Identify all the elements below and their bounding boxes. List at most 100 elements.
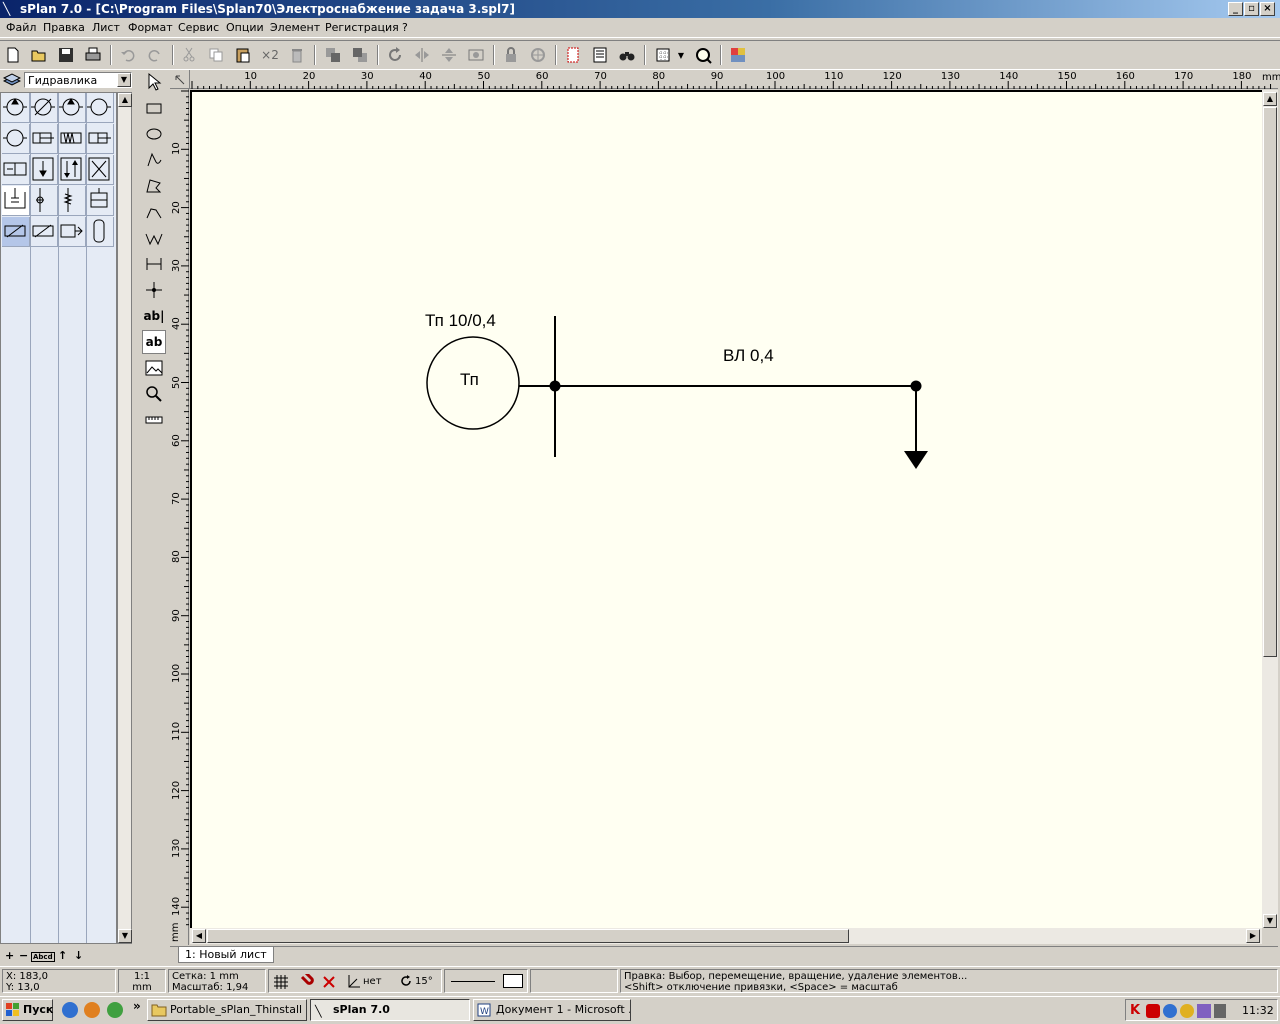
internet-explorer-icon[interactable]	[62, 1002, 78, 1018]
scroll-right-icon[interactable]: ▶	[1246, 929, 1260, 943]
library-item-variable-pump[interactable]	[30, 93, 58, 123]
parts-list-icon[interactable]	[589, 44, 611, 66]
library-item-pump[interactable]	[2, 93, 30, 123]
mirror-vertical-icon[interactable]	[438, 44, 460, 66]
library-item-cylinder-double[interactable]	[86, 124, 114, 154]
network-icon[interactable]	[1163, 1004, 1177, 1018]
library-item-adjustable-throttle[interactable]	[2, 217, 30, 247]
task-word-document[interactable]: W Документ 1 - Microsoft ...	[473, 999, 631, 1021]
menu-service[interactable]: Сервис	[178, 21, 219, 34]
cut-icon[interactable]	[178, 44, 200, 66]
open-folder-icon[interactable]	[28, 44, 50, 66]
volume-icon[interactable]	[1214, 1004, 1226, 1018]
start-button[interactable]: Пуск	[2, 999, 53, 1021]
new-file-icon[interactable]	[2, 44, 24, 66]
load-arrow-icon[interactable]	[904, 451, 928, 469]
undo-icon[interactable]	[117, 44, 139, 66]
library-item-tank[interactable]	[2, 186, 30, 216]
delete-icon[interactable]	[286, 44, 308, 66]
menu-edit[interactable]: Правка	[43, 21, 85, 34]
menu-element[interactable]: Элемент	[270, 21, 320, 34]
library-remove-button[interactable]: −	[19, 949, 28, 962]
library-select[interactable]: Гидравлика ▼	[24, 72, 132, 88]
scroll-up-icon[interactable]: ▲	[1263, 92, 1277, 106]
library-item-cross-valve[interactable]	[86, 155, 114, 185]
lock-icon[interactable]	[500, 44, 522, 66]
library-item-pump-2[interactable]	[86, 93, 114, 123]
ellipse-tool-icon[interactable]	[142, 122, 166, 146]
library-item-cylinder[interactable]	[30, 124, 58, 154]
transformer-symbol-label[interactable]: Тп	[460, 370, 479, 390]
close-button[interactable]: ×	[1260, 2, 1275, 16]
kaspersky-icon[interactable]: K	[1130, 1003, 1140, 1018]
clock[interactable]: 11:32	[1242, 1004, 1274, 1017]
chevron-down-icon[interactable]: ▼	[117, 73, 131, 87]
copy-icon[interactable]	[205, 44, 227, 66]
drawing-canvas[interactable]: Тп 10/0,4 Тп ВЛ 0,4	[190, 90, 1262, 928]
dimension-tool-icon[interactable]	[142, 252, 166, 276]
ortho-icon[interactable]	[347, 974, 361, 991]
transformer-label[interactable]: Тп 10/0,4	[425, 311, 496, 331]
select-arrow-icon[interactable]	[142, 70, 166, 94]
menu-registration[interactable]: Регистрация	[325, 21, 399, 34]
menu-help[interactable]: ?	[402, 21, 408, 34]
library-item-adjustable-throttle-2[interactable]	[30, 217, 58, 247]
magnet-snap-icon[interactable]	[299, 971, 315, 993]
grid-dropdown-icon[interactable]: ▼	[674, 44, 688, 66]
security-icon[interactable]	[1180, 1004, 1194, 1018]
grid-snap-icon[interactable]	[273, 974, 289, 993]
group-icon[interactable]	[465, 44, 487, 66]
library-item-motor-2[interactable]	[2, 124, 30, 154]
minimize-button[interactable]: _	[1228, 2, 1243, 16]
redo-icon[interactable]	[144, 44, 166, 66]
scroll-up-icon[interactable]: ▲	[118, 93, 132, 107]
color-icon[interactable]	[727, 44, 749, 66]
library-rename-button[interactable]: Abcd	[31, 952, 55, 962]
sheet-tab-1[interactable]: 1: Новый лист	[178, 947, 274, 963]
to-front-icon[interactable]	[322, 44, 344, 66]
horizontal-scroll-thumb[interactable]	[207, 929, 849, 943]
zoom-fit-icon[interactable]	[692, 44, 714, 66]
text-tool-icon[interactable]: ab|	[142, 304, 166, 328]
library-item-cylinder-spring[interactable]	[58, 124, 86, 154]
snap-off-icon[interactable]	[321, 974, 337, 993]
junction-tool-icon[interactable]	[142, 278, 166, 302]
duplicate-icon[interactable]: ×2	[259, 44, 281, 66]
line-label[interactable]: ВЛ 0,4	[723, 346, 774, 366]
to-back-icon[interactable]	[349, 44, 371, 66]
rotate-icon[interactable]	[384, 44, 406, 66]
bezier-tool-icon[interactable]	[142, 226, 166, 250]
search-binoculars-icon[interactable]	[616, 44, 638, 66]
library-item-throttle[interactable]	[30, 186, 58, 216]
menu-sheet[interactable]: Лист	[92, 21, 120, 34]
junction-node[interactable]	[549, 380, 561, 392]
angle-step-icon[interactable]	[399, 974, 413, 991]
save-icon[interactable]	[55, 44, 77, 66]
canvas-vertical-scrollbar[interactable]: ▲ ▼	[1262, 90, 1278, 928]
canvas-horizontal-scrollbar[interactable]: ◀ ▶	[190, 928, 1262, 944]
library-layers-icon[interactable]	[2, 72, 22, 88]
library-item-accumulator[interactable]	[86, 217, 114, 247]
zoom-tool-icon[interactable]	[142, 382, 166, 406]
mirror-horizontal-icon[interactable]	[411, 44, 433, 66]
library-add-button[interactable]: +	[5, 949, 14, 962]
shield-icon[interactable]	[1146, 1004, 1160, 1018]
library-move-down-button[interactable]: ↓	[74, 949, 83, 962]
scroll-down-icon[interactable]: ▼	[1263, 914, 1277, 928]
library-scrollbar[interactable]: ▲ ▼	[117, 92, 132, 944]
page-frame-icon[interactable]	[562, 44, 584, 66]
curve-tool-icon[interactable]	[142, 148, 166, 172]
library-move-up-button[interactable]: ↑	[58, 949, 67, 962]
restore-button[interactable]: ▫	[1244, 2, 1259, 16]
media-player-icon[interactable]	[107, 1002, 123, 1018]
library-item-spring-valve[interactable]	[58, 186, 86, 216]
grid-zoom-panel[interactable]: Сетка: 1 mm Масштаб: 1,94	[168, 969, 266, 993]
avast-icon[interactable]	[84, 1002, 100, 1018]
library-item-flow-arrows[interactable]	[58, 155, 86, 185]
task-splan[interactable]: ╲ sPlan 7.0	[310, 999, 470, 1021]
more-quicklaunch-icon[interactable]: »	[133, 999, 141, 1013]
task-portable-splan[interactable]: Portable_sPlan_Thinstall	[147, 999, 307, 1021]
menu-file[interactable]: Файл	[6, 21, 36, 34]
tray-app-icon[interactable]	[1197, 1004, 1211, 1018]
library-item-valve[interactable]	[2, 155, 30, 185]
